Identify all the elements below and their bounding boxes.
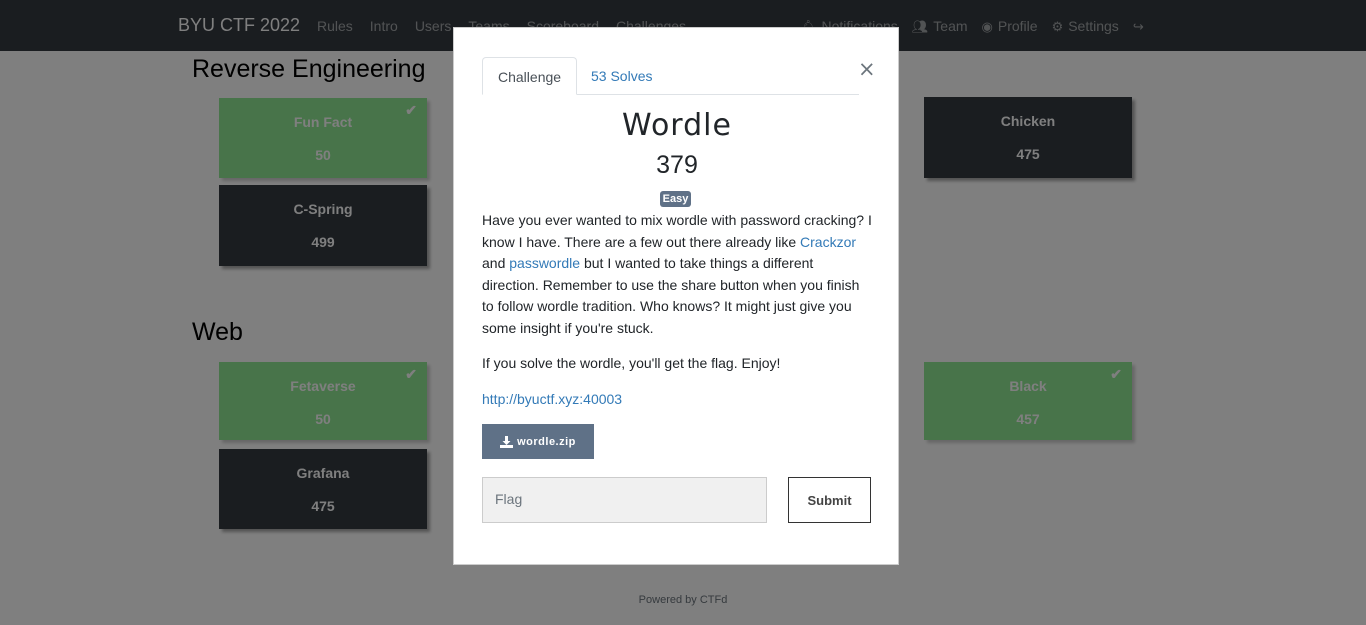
download-file-button[interactable]: wordle.zip bbox=[482, 424, 594, 459]
crackzor-link[interactable]: Crackzor bbox=[800, 234, 856, 250]
challenge-points: 379 bbox=[656, 151, 698, 179]
passwordle-link[interactable]: passwordle bbox=[509, 255, 580, 271]
download-file-label: wordle.zip bbox=[517, 435, 576, 448]
description-paragraph-3: http://byuctf.xyz:40003 bbox=[482, 389, 872, 411]
modal-tabs: Challenge 53 Solves bbox=[482, 57, 859, 95]
description-text-2: and bbox=[482, 255, 510, 271]
description-paragraph: Have you ever wanted to mix wordle with … bbox=[482, 210, 872, 339]
tab-solves[interactable]: 53 Solves bbox=[576, 57, 667, 95]
submit-button[interactable]: Submit bbox=[788, 477, 871, 523]
challenge-modal: Challenge 53 Solves × Wordle 379 Easy Ha… bbox=[453, 27, 899, 565]
difficulty-badge: Easy bbox=[660, 191, 691, 207]
description-paragraph-2: If you solve the wordle, you'll get the … bbox=[482, 355, 781, 371]
challenge-url-link[interactable]: http://byuctf.xyz:40003 bbox=[482, 391, 622, 407]
challenge-title: Wordle bbox=[622, 108, 732, 143]
download-icon bbox=[500, 435, 514, 448]
tab-challenge[interactable]: Challenge bbox=[482, 57, 578, 95]
close-icon[interactable]: × bbox=[858, 57, 876, 81]
flag-input[interactable]: Flag bbox=[482, 477, 767, 523]
challenge-description: Have you ever wanted to mix wordle with … bbox=[482, 210, 872, 424]
